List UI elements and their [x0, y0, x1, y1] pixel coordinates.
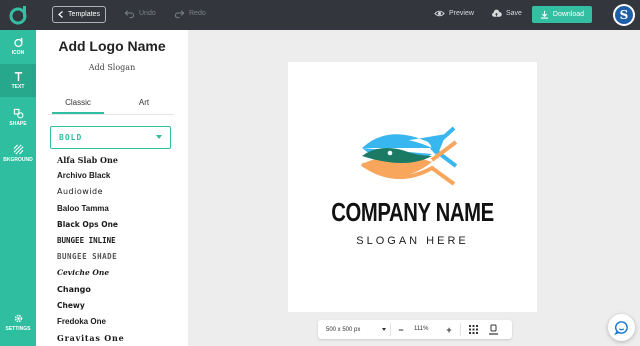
background-icon: [13, 144, 23, 155]
grid-icon[interactable]: [468, 324, 479, 335]
shape-icon: [13, 108, 23, 119]
redo-label: Redo: [189, 10, 206, 17]
preview-label: Preview: [449, 10, 474, 17]
canvas-toolbar: 500 x 500 px − 111% +: [318, 320, 512, 339]
rail-item-text[interactable]: TEXT: [0, 64, 36, 97]
help-chat-button[interactable]: [608, 314, 635, 341]
templates-button[interactable]: Templates: [52, 6, 106, 23]
download-icon: [540, 10, 549, 19]
tab-classic[interactable]: Classic: [48, 98, 108, 114]
add-slogan-field[interactable]: Add Slogan: [36, 63, 188, 72]
preview-mockup-icon[interactable]: [488, 324, 499, 335]
chevron-left-icon: [58, 11, 63, 18]
slogan-text[interactable]: SLOGAN HERE: [288, 235, 537, 247]
app-logo[interactable]: [0, 0, 36, 30]
save-label: Save: [506, 10, 522, 17]
icon-icon: [13, 37, 23, 48]
font-item[interactable]: Black Ops One: [57, 220, 182, 236]
font-item[interactable]: Gravitas One: [57, 333, 182, 346]
rail-label-icon: ICON: [11, 50, 25, 56]
caret-down-icon: [156, 135, 162, 139]
rail-label-settings: SETTINGS: [5, 326, 31, 332]
divider: [460, 323, 461, 336]
undo-icon: [124, 10, 135, 19]
rail-item-settings[interactable]: SETTINGS: [0, 306, 36, 339]
undo-button[interactable]: Undo: [124, 8, 156, 19]
top-bar: Templates Undo Redo Preview Save Downloa…: [0, 0, 640, 30]
canvas-size-select[interactable]: 500 x 500 px: [326, 324, 388, 335]
add-logo-name-field[interactable]: Add Logo Name: [36, 38, 188, 54]
chat-bubble-icon: [614, 321, 628, 335]
rail-item-shape[interactable]: SHAPE: [0, 101, 36, 134]
caret-down-icon: [382, 328, 386, 331]
company-name-text[interactable]: COMPANY NAME: [315, 197, 509, 228]
font-item[interactable]: Audiowide: [57, 187, 182, 203]
font-category-value: BOLD: [59, 133, 83, 142]
canvas-size-value: 500 x 500 px: [326, 326, 361, 333]
font-item[interactable]: BUNGEE INLINE: [57, 236, 182, 252]
avatar-letter: S: [615, 6, 633, 24]
templates-label: Templates: [68, 11, 100, 18]
font-item[interactable]: Alfa Slab One: [57, 155, 182, 171]
rail-item-icon[interactable]: ICON: [0, 30, 36, 63]
font-list: Alfa Slab One Archivo Black Audiowide Ba…: [57, 155, 182, 346]
divider: [390, 323, 391, 336]
redo-button[interactable]: Redo: [174, 8, 206, 19]
cloud-upload-icon: [492, 9, 502, 17]
undo-label: Undo: [139, 10, 156, 17]
download-button[interactable]: Download: [532, 6, 592, 23]
font-item[interactable]: Baloo Tamma: [57, 204, 182, 220]
fish-logo-icon[interactable]: [358, 126, 468, 186]
font-tabs: Classic Art: [48, 98, 174, 115]
font-item[interactable]: Ceviche One: [57, 268, 182, 284]
font-category-select[interactable]: BOLD: [50, 126, 171, 149]
font-item[interactable]: Archivo Black: [57, 171, 182, 187]
left-rail: ICON TEXT SHAPE BKGROUND SETTINGS: [0, 30, 36, 346]
font-item[interactable]: Fredoka One: [57, 317, 182, 333]
avatar[interactable]: S: [613, 4, 635, 26]
tab-divider: [48, 114, 174, 115]
rail-label-shape: SHAPE: [9, 121, 27, 127]
rail-item-background[interactable]: BKGROUND: [0, 137, 36, 170]
save-button[interactable]: Save: [491, 8, 522, 19]
preview-button[interactable]: Preview: [434, 8, 474, 19]
rail-label-text: TEXT: [11, 84, 25, 90]
zoom-out-button[interactable]: −: [396, 324, 406, 335]
zoom-level: 111%: [414, 326, 429, 332]
font-item[interactable]: Chewy: [57, 301, 182, 317]
zoom-in-button[interactable]: +: [444, 324, 454, 335]
gear-icon: [14, 314, 22, 323]
redo-icon: [174, 10, 185, 19]
app-logo-icon: [9, 6, 27, 25]
logo-canvas[interactable]: COMPANY NAME SLOGAN HERE: [288, 62, 537, 312]
eye-icon: [434, 10, 445, 17]
tab-art[interactable]: Art: [114, 98, 174, 107]
font-item[interactable]: BUNGEE SHADE: [57, 252, 182, 268]
text-icon: [14, 72, 22, 82]
text-panel: Add Logo Name Add Slogan Classic Art BOL…: [36, 30, 188, 346]
rail-label-background: BKGROUND: [3, 157, 33, 163]
download-label: Download: [552, 11, 585, 18]
font-item[interactable]: Chango: [57, 285, 182, 301]
